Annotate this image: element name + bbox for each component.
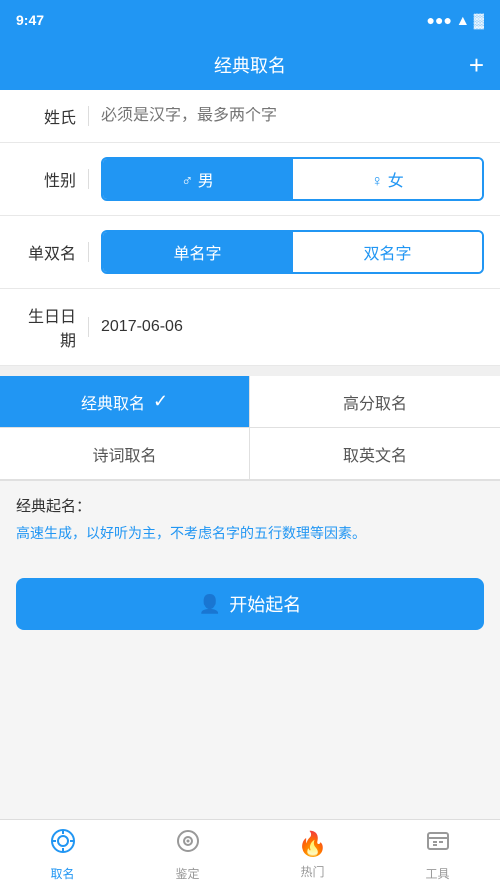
classic-naming-label: 经典取名 (81, 390, 145, 414)
gender-divider (88, 169, 89, 189)
header: 经典取名 + (0, 40, 500, 90)
tab-appraise[interactable]: 鉴定 (125, 820, 250, 889)
header-title: 经典取名 (214, 52, 286, 78)
signal-icon: ●●● (427, 12, 452, 28)
tab-hot[interactable]: 🔥 热门 (250, 820, 375, 889)
name-type-divider (88, 242, 89, 262)
surname-divider (88, 106, 89, 126)
battery-icon: ▓ (474, 12, 484, 28)
tab-naming[interactable]: 取名 (0, 820, 125, 889)
hot-tab-icon: 🔥 (298, 830, 328, 859)
english-naming-tab[interactable]: 取英文名 (250, 428, 500, 480)
birthday-label: 生日日期 (16, 303, 76, 351)
start-naming-button[interactable]: 👤 开始起名 (16, 578, 484, 630)
gender-female-button[interactable]: ♀ 女 (293, 159, 482, 199)
description-title: 经典起名： (16, 495, 484, 516)
tab-tools[interactable]: 工具 (375, 820, 500, 889)
single-name-button[interactable]: 单名字 (103, 232, 292, 272)
tools-tab-icon (425, 828, 451, 861)
highscore-naming-label: 高分取名 (343, 390, 407, 414)
surname-label: 姓氏 (16, 104, 76, 128)
content-fill (0, 650, 500, 819)
poetry-naming-label: 诗词取名 (92, 442, 156, 466)
name-type-grid: 经典取名 ✓ 高分取名 诗词取名 取英文名 (0, 376, 500, 481)
gender-toggle: ♂ 男 ♀ 女 (101, 157, 484, 201)
english-naming-label: 取英文名 (343, 442, 407, 466)
form-area: 姓氏 性别 ♂ 男 ♀ 女 单双名 单名字 双名字 生日日期 2017-06-0… (0, 90, 500, 366)
naming-tab-label: 取名 (50, 865, 74, 882)
wifi-icon: ▲ (456, 12, 470, 28)
name-type-label: 单双名 (16, 240, 76, 264)
gender-male-button[interactable]: ♂ 男 (103, 159, 292, 199)
name-type-row: 单双名 单名字 双名字 (0, 216, 500, 289)
start-label: 开始起名 (229, 591, 301, 617)
check-icon: ✓ (153, 391, 168, 412)
double-name-button[interactable]: 双名字 (293, 232, 482, 272)
section-separator-1 (0, 366, 500, 376)
birthday-value[interactable]: 2017-06-06 (101, 318, 183, 336)
add-button[interactable]: + (469, 50, 484, 81)
appraise-tab-label: 鉴定 (175, 865, 199, 882)
status-bar: 9:47 ●●● ▲ ▓ (0, 0, 500, 40)
gender-label: 性别 (16, 167, 76, 191)
start-icon: 👤 (199, 594, 221, 615)
classic-naming-tab[interactable]: 经典取名 ✓ (0, 376, 250, 428)
start-button-area: 👤 开始起名 (0, 558, 500, 650)
poetry-naming-tab[interactable]: 诗词取名 (0, 428, 250, 480)
surname-input[interactable] (101, 107, 484, 125)
tools-tab-label: 工具 (425, 865, 449, 882)
birthday-row: 生日日期 2017-06-06 (0, 289, 500, 366)
highscore-naming-tab[interactable]: 高分取名 (250, 376, 500, 428)
name-type-toggle: 单名字 双名字 (101, 230, 484, 274)
gender-row: 性别 ♂ 男 ♀ 女 (0, 143, 500, 216)
birthday-divider (88, 317, 89, 337)
naming-tab-icon (50, 828, 76, 861)
surname-row: 姓氏 (0, 90, 500, 143)
hot-tab-label: 热门 (300, 863, 324, 880)
tab-bar: 取名 鉴定 🔥 热门 工具 (0, 819, 500, 889)
description-body: 高速生成，以好听为主，不考虑名字的五行数理等因素。 (16, 522, 484, 544)
appraise-tab-icon (175, 828, 201, 861)
status-time: 9:47 (16, 12, 44, 28)
status-icons: ●●● ▲ ▓ (427, 12, 484, 28)
description-area: 经典起名： 高速生成，以好听为主，不考虑名字的五行数理等因素。 (0, 481, 500, 558)
